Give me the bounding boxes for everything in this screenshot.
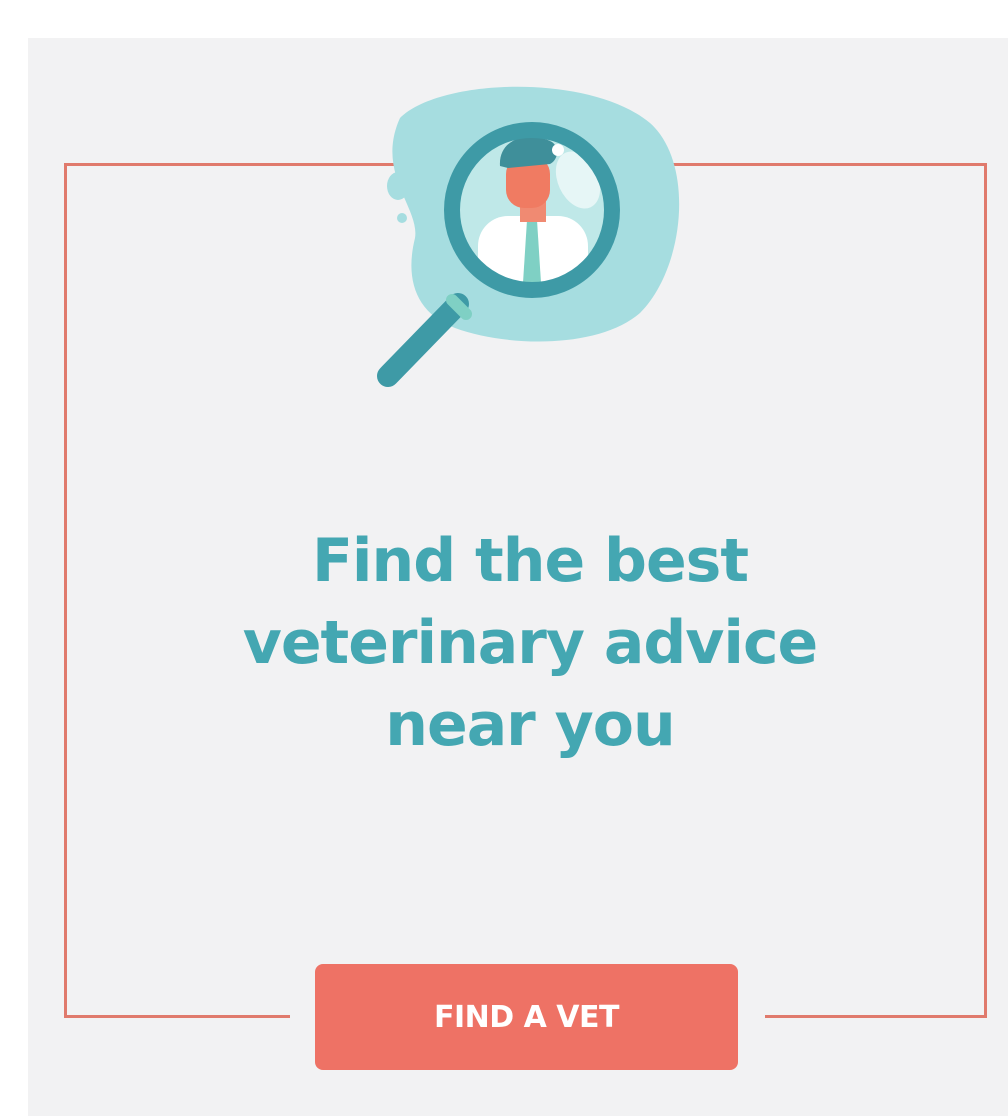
drop-small xyxy=(397,213,407,223)
frame-right xyxy=(984,163,987,1018)
headline-line-2: veterinary advice xyxy=(242,608,819,678)
glare-dot xyxy=(552,144,564,156)
frame-top-right xyxy=(664,163,987,166)
frame-bottom-left xyxy=(64,1015,290,1018)
drop-large xyxy=(387,172,409,200)
magnifier-handle xyxy=(377,293,469,387)
find-a-vet-button[interactable]: FIND A VET xyxy=(315,964,738,1070)
headline-line-1: Find the best xyxy=(311,526,749,596)
page-title: Find the best veterinary advice near you xyxy=(110,520,950,766)
headline-line-3: near you xyxy=(385,690,675,760)
frame-left xyxy=(64,163,67,1018)
magnifier-vet-icon xyxy=(360,78,690,398)
frame-bottom-right xyxy=(765,1015,987,1018)
